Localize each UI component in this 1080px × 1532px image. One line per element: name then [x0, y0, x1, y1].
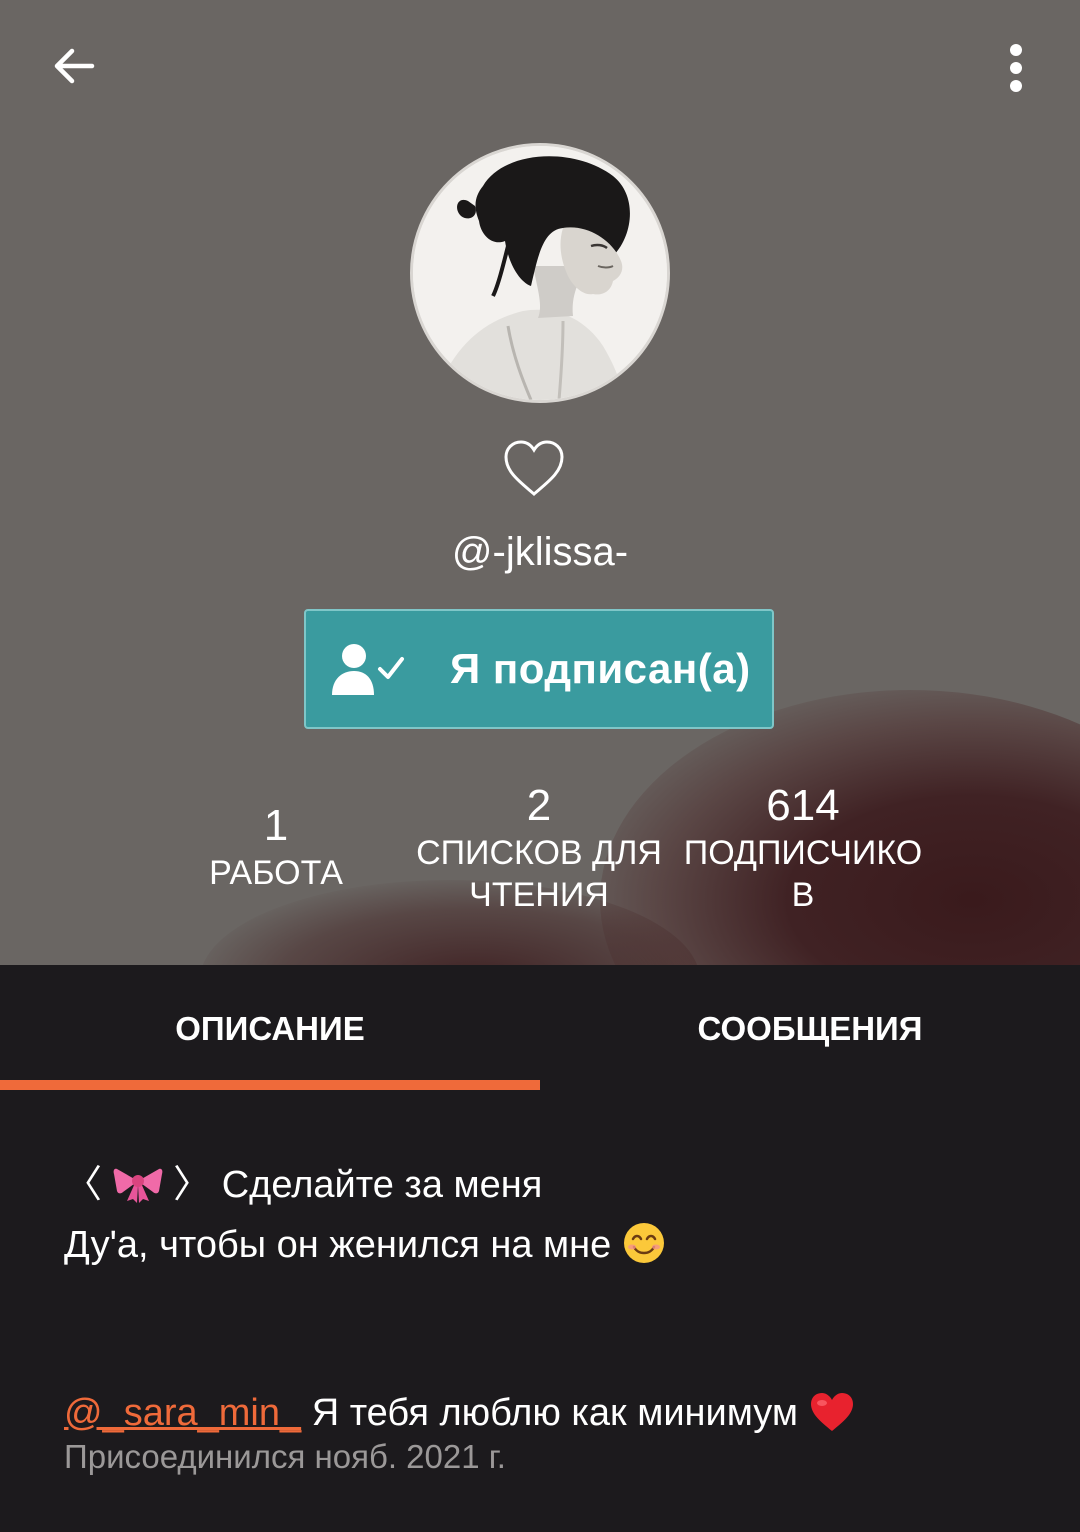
description-text-2: Ду'а, чтобы он женился на мне: [64, 1224, 612, 1266]
back-arrow-icon: [54, 48, 95, 84]
stat-followers-label-line1: ПОДПИСЧИКО: [683, 834, 923, 872]
stat-reading-lists-label-line1: СПИСКОВ ДЛЯ: [416, 834, 662, 872]
stat-reading-lists-value: 2: [526, 781, 552, 830]
more-options-button[interactable]: [990, 36, 1042, 100]
user-check-icon: [332, 644, 404, 695]
description-line-2: Ду'а, чтобы он женился на мне: [64, 1215, 1024, 1275]
stat-followers[interactable]: 614 ПОДПИСЧИКО В: [676, 780, 930, 916]
bracket-open: 〈: [64, 1164, 103, 1206]
stat-followers-value: 614: [766, 781, 840, 830]
bow-emoji-icon: [113, 1168, 162, 1203]
profile-tabs: ОПИСАНИЕ СООБЩЕНИЯ: [0, 965, 1080, 1092]
tab-description[interactable]: ОПИСАНИЕ: [0, 965, 540, 1092]
avatar-photo: [413, 146, 667, 400]
follow-button-label: Я подписан(а): [450, 645, 751, 692]
joined-date: Присоединился нояб. 2021 г.: [64, 1438, 506, 1475]
stat-followers-label-line2: В: [791, 876, 815, 914]
follow-button[interactable]: Я подписан(а): [304, 609, 774, 729]
username: @-jklissa-: [451, 530, 629, 574]
smile-emoji-icon: [623, 1223, 664, 1263]
heart-outline-icon: [504, 440, 564, 496]
stat-reading-lists[interactable]: 2 СПИСКОВ ДЛЯ ЧТЕНИЯ: [408, 780, 670, 916]
description-line-1: 〈 〉 Сделайте за меня: [64, 1155, 1024, 1215]
description-text-1: Сделайте за меня: [221, 1164, 543, 1206]
description-line-3: @_sara_min_ Я тебя люблю как минимум: [64, 1383, 1024, 1443]
stat-works[interactable]: 1 РАБОТА: [196, 800, 356, 894]
profile-description: 〈 〉 Сделайте за меня Ду'а, чтобы он жени…: [64, 1155, 1024, 1443]
bracket-close: 〉: [173, 1164, 212, 1206]
like-button[interactable]: [500, 436, 568, 500]
avatar[interactable]: [410, 143, 670, 403]
stat-works-value: 1: [263, 801, 289, 850]
red-heart-emoji-icon: [810, 1393, 853, 1431]
tab-messages[interactable]: СООБЩЕНИЯ: [540, 965, 1080, 1092]
more-vertical-icon: [1010, 44, 1022, 92]
active-tab-indicator: [0, 1080, 540, 1090]
back-button[interactable]: [44, 36, 104, 96]
description-text-3: Я тебя люблю как минимум: [311, 1392, 799, 1434]
profile-header: @-jklissa- Я подписан(а) 1 РАБОТА 2 СПИС…: [0, 0, 1080, 965]
mention-link[interactable]: @_sara_min_: [64, 1392, 301, 1434]
stat-reading-lists-label-line2: ЧТЕНИЯ: [469, 876, 609, 914]
stat-works-label: РАБОТА: [209, 854, 343, 892]
